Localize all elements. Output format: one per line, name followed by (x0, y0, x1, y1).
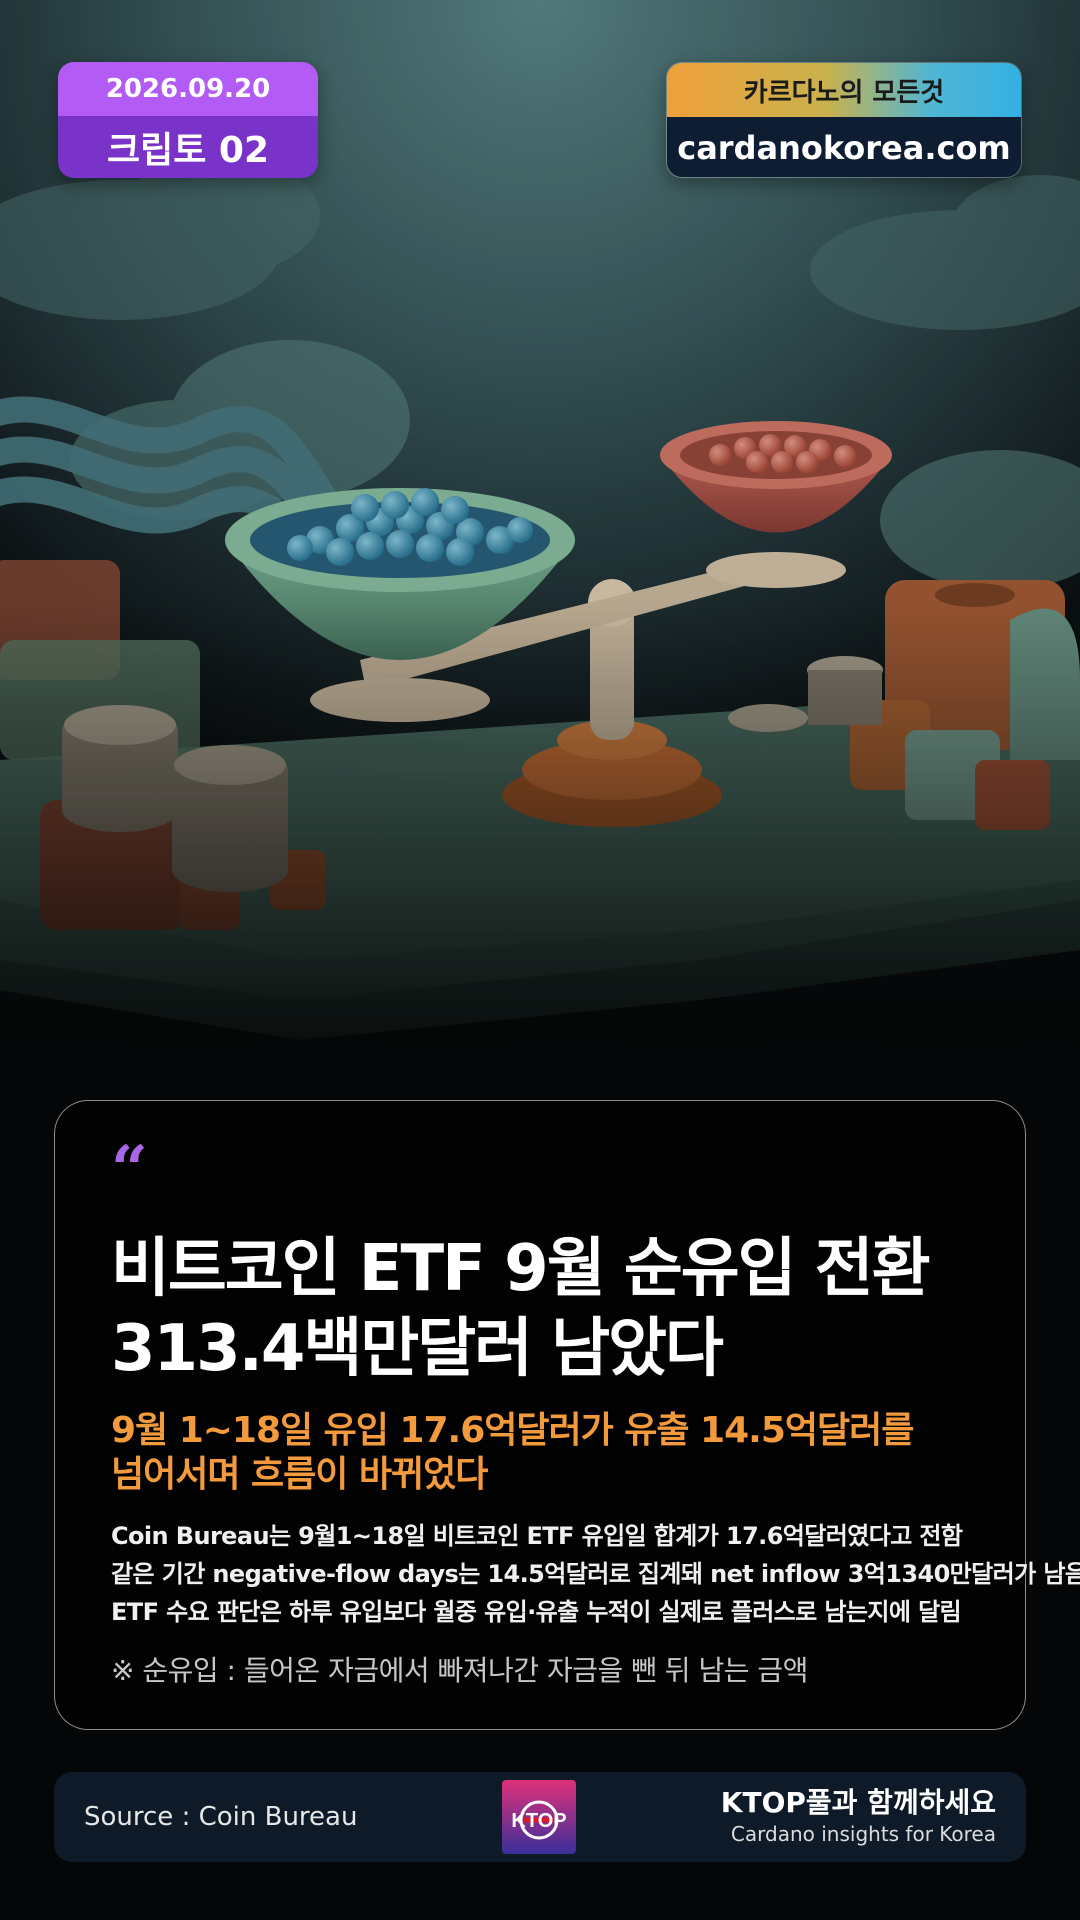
ktop-logo[interactable]: KTOP (502, 1780, 576, 1854)
headline-line-2: 313.4백만달러 남았다 (111, 1312, 724, 1386)
body-line: 같은 기간 negative-flow days는 14.5억달러로 집계돼 n… (111, 1560, 1080, 1588)
footer-bar: Source : Coin Bureau KTOP KTOP풀과 함께하세요 C… (54, 1772, 1026, 1862)
cta-block: KTOP풀과 함께하세요 Cardano insights for Korea (721, 1786, 996, 1848)
body-text: Coin Bureau는 9월1~18일 비트코인 ETF 유입일 합계가 17… (111, 1517, 1080, 1631)
site-badge[interactable]: 카르다노의 모든것 cardanokorea.com (666, 62, 1022, 178)
headline-line-1: 비트코인 ETF 9월 순유입 전환 (111, 1232, 931, 1306)
definition-note: ※ 순유입 : 들어온 자금에서 빠져나간 자금을 뺀 뒤 남는 금액 (111, 1654, 808, 1687)
news-card: “ 비트코인 ETF 9월 순유입 전환 313.4백만달러 남았다 9월 1~… (54, 1100, 1080, 1730)
source-credit: Source : Coin Bureau (84, 1802, 358, 1832)
date-label: 2026.09.20 (58, 62, 318, 116)
svg-text:KTOP: KTOP (511, 1810, 566, 1832)
site-tagline: 카르다노의 모든것 (667, 63, 1021, 117)
ktop-logo-icon: KTOP (502, 1780, 576, 1854)
site-url[interactable]: cardanokorea.com (667, 117, 1021, 177)
date-badge: 2026.09.20 크립토 02 (58, 62, 318, 178)
subheadline-line-1: 9월 1~18일 유입 17.6억달러가 유출 14.5억달러를 (111, 1410, 914, 1451)
cta-title: KTOP풀과 함께하세요 (720, 1786, 996, 1819)
cta-subtitle: Cardano insights for Korea (730, 1822, 996, 1846)
subheadline-line-2: 넘어서며 흐름이 바뀌었다 (111, 1454, 488, 1495)
subheadline: 9월 1~18일 유입 17.6억달러가 유출 14.5억달러를 넘어서며 흐름… (111, 1409, 969, 1497)
headline: 비트코인 ETF 9월 순유입 전환 313.4백만달러 남았다 (111, 1229, 969, 1389)
body-line: ETF 수요 판단은 하루 유입보다 월중 유입·유출 누적이 실제로 플러스로… (111, 1598, 962, 1626)
series-label: 크립토 02 (58, 116, 318, 178)
body-line: Coin Bureau는 9월1~18일 비트코인 ETF 유입일 합계가 17… (111, 1522, 963, 1550)
quote-mark-icon: “ (111, 1132, 148, 1207)
